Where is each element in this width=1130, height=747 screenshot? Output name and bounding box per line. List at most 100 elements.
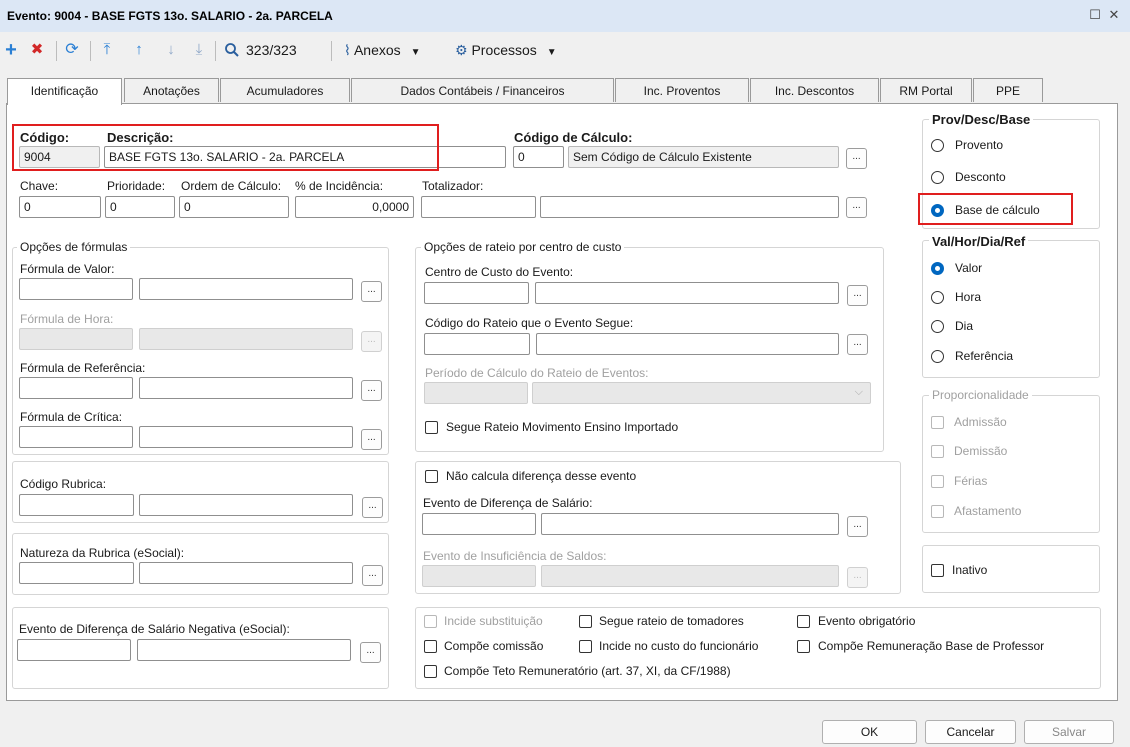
inativo-checkbox[interactable]	[931, 564, 944, 577]
codigo-rubrica-desc-field[interactable]	[139, 494, 353, 516]
refresh-icon[interactable]: ⟳	[62, 40, 82, 60]
formula-critica-code-field[interactable]	[19, 426, 133, 448]
codigo-rateio-desc-field[interactable]	[536, 333, 839, 355]
desconto-label: Desconto	[955, 170, 1006, 184]
ferias-label: Férias	[954, 474, 988, 488]
ordem-calculo-field[interactable]: 0	[179, 196, 289, 218]
nao-calcula-diferenca-checkbox[interactable]	[425, 470, 438, 483]
valor-radio[interactable]	[931, 262, 944, 275]
tab-acumuladores[interactable]: Acumuladores	[220, 78, 350, 102]
segue-tomadores-checkbox[interactable]	[579, 615, 592, 628]
incide-custo-funcionario-label: Incide no custo do funcionário	[599, 639, 759, 653]
proporcionalidade-title: Proporcionalidade	[929, 388, 1032, 402]
restore-window-button[interactable]: ☐	[1087, 6, 1103, 24]
compoe-comissao-checkbox[interactable]	[424, 640, 437, 653]
chave-field[interactable]: 0	[19, 196, 101, 218]
afastamento-checkbox[interactable]	[931, 505, 944, 518]
close-window-button[interactable]: ✕	[1106, 6, 1122, 24]
ordem-calculo-label: Ordem de Cálculo:	[181, 179, 282, 193]
save-button[interactable]: Salvar	[1024, 720, 1114, 744]
inativo-label: Inativo	[952, 563, 988, 577]
highlight-box	[918, 193, 1073, 225]
previous-record-icon[interactable]: ↑	[130, 40, 148, 60]
processes-menu[interactable]: ⚙ Processos ▼	[455, 40, 585, 60]
add-icon[interactable]: +	[2, 40, 20, 60]
ferias-checkbox[interactable]	[931, 475, 944, 488]
desconto-radio[interactable]	[931, 171, 944, 184]
referencia-radio[interactable]	[931, 350, 944, 363]
tab-identificacao[interactable]: Identificação	[7, 78, 122, 105]
admissao-checkbox[interactable]	[931, 416, 944, 429]
evento-obrigatorio-checkbox[interactable]	[797, 615, 810, 628]
evento-diferenca-desc-field[interactable]	[541, 513, 839, 535]
tab-inc-proventos[interactable]: Inc. Proventos	[615, 78, 749, 102]
centro-custo-lookup-button[interactable]: ...	[847, 285, 868, 306]
incide-custo-funcionario-checkbox[interactable]	[579, 640, 592, 653]
segue-rateio-ensino-checkbox[interactable]	[425, 421, 438, 434]
tab-dados-contabeis[interactable]: Dados Contábeis / Financeiros	[351, 78, 614, 102]
totalizador-lookup-button[interactable]: ...	[846, 197, 867, 218]
centro-custo-code-field[interactable]	[424, 282, 529, 304]
evento-diferenca-code-field[interactable]	[422, 513, 536, 535]
evento-insuficiencia-label: Evento de Insuficiência de Saldos:	[423, 549, 607, 563]
demissao-checkbox[interactable]	[931, 445, 944, 458]
referencia-label: Referência	[955, 349, 1014, 363]
centro-custo-desc-field[interactable]	[535, 282, 839, 304]
codigo-rateio-lookup-button[interactable]: ...	[847, 334, 868, 355]
diferenca-negativa-desc-field[interactable]	[137, 639, 351, 661]
dia-label: Dia	[955, 319, 974, 333]
search-icon[interactable]	[222, 40, 242, 60]
totalizador-desc-field[interactable]	[540, 196, 839, 218]
formula-critica-lookup-button[interactable]: ...	[361, 429, 382, 450]
dia-radio[interactable]	[931, 320, 944, 333]
toolbar-separator	[56, 41, 57, 61]
codigo-calculo-field[interactable]: 0	[513, 146, 564, 168]
next-record-icon[interactable]: ↓	[162, 40, 180, 60]
processes-label: Processos	[471, 42, 537, 58]
remuneracao-professor-checkbox[interactable]	[797, 640, 810, 653]
codigo-rubrica-code-field[interactable]	[19, 494, 134, 516]
rateio-title: Opções de rateio por centro de custo	[421, 240, 625, 254]
formula-valor-code-field[interactable]	[19, 278, 133, 300]
hora-radio[interactable]	[931, 291, 944, 304]
hora-label: Hora	[955, 290, 982, 304]
natureza-rubrica-desc-field[interactable]	[139, 562, 353, 584]
totalizador-code-field[interactable]	[421, 196, 536, 218]
teto-remuneratorio-checkbox[interactable]	[424, 665, 437, 678]
incide-substituicao-checkbox[interactable]	[424, 615, 437, 628]
incidencia-label: % de Incidência:	[295, 179, 384, 193]
codigo-calculo-lookup-button[interactable]: ...	[846, 148, 867, 169]
tab-inc-descontos[interactable]: Inc. Descontos	[750, 78, 879, 102]
formula-hora-desc-field	[139, 328, 353, 350]
attachments-menu[interactable]: ⌇ Anexos ▼	[344, 40, 444, 60]
diferenca-negativa-code-field[interactable]	[17, 639, 131, 661]
tab-rm-portal[interactable]: RM Portal	[880, 78, 972, 102]
evento-diferenca-lookup-button[interactable]: ...	[847, 516, 868, 537]
tab-ppe[interactable]: PPE	[973, 78, 1043, 102]
formula-referencia-lookup-button[interactable]: ...	[361, 380, 382, 401]
prioridade-field[interactable]: 0	[105, 196, 175, 218]
tab-anotacoes[interactable]: Anotações	[124, 78, 219, 102]
formula-critica-desc-field[interactable]	[139, 426, 353, 448]
formula-referencia-desc-field[interactable]	[139, 377, 353, 399]
periodo-rateio-label: Período de Cálculo do Rateio de Eventos:	[425, 366, 649, 380]
natureza-rubrica-lookup-button[interactable]: ...	[362, 565, 383, 586]
codigo-rateio-code-field[interactable]	[424, 333, 530, 355]
provento-radio[interactable]	[931, 139, 944, 152]
natureza-rubrica-code-field[interactable]	[19, 562, 134, 584]
cancel-button[interactable]: Cancelar	[925, 720, 1016, 744]
formula-valor-desc-field[interactable]	[139, 278, 353, 300]
delete-icon[interactable]: ✖	[28, 40, 46, 60]
prov-desc-base-title: Prov/Desc/Base	[929, 112, 1034, 127]
codigo-rubrica-lookup-button[interactable]: ...	[362, 497, 383, 518]
incidencia-field[interactable]: 0,0000	[295, 196, 414, 218]
formula-valor-lookup-button[interactable]: ...	[361, 281, 382, 302]
ok-button[interactable]: OK	[822, 720, 917, 744]
val-hor-dia-ref-title: Val/Hor/Dia/Ref	[929, 234, 1029, 249]
paperclip-icon: ⌇	[344, 42, 351, 58]
first-record-icon[interactable]: ⤒	[98, 40, 116, 60]
last-record-icon[interactable]: ⤓	[190, 40, 208, 60]
remuneracao-professor-label: Compõe Remuneração Base de Professor	[818, 639, 1045, 653]
formula-referencia-code-field[interactable]	[19, 377, 133, 399]
diferenca-negativa-lookup-button[interactable]: ...	[360, 642, 381, 663]
